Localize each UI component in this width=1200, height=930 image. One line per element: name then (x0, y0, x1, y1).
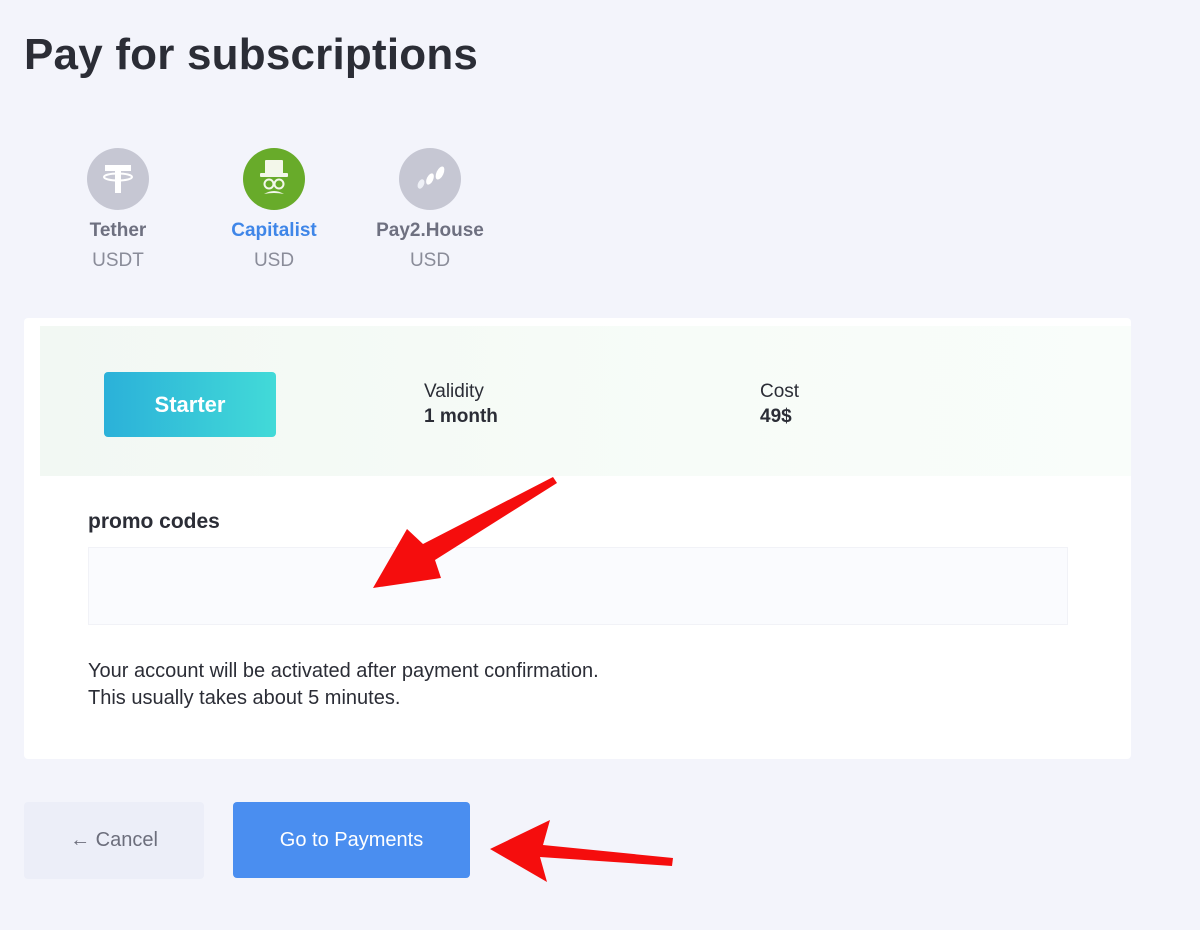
payment-method-pay2house[interactable]: Pay2.House USD (352, 148, 508, 272)
capitalist-icon (243, 148, 305, 210)
tether-icon (87, 148, 149, 210)
cancel-button[interactable]: ← Cancel (24, 802, 204, 879)
go-to-payments-button[interactable]: Go to Payments (233, 802, 470, 878)
payment-method-tether[interactable]: Tether USDT (40, 148, 196, 272)
method-currency: USD (409, 250, 451, 271)
activation-note: Your account will be activated after pay… (88, 658, 599, 712)
plan-badge: Starter (104, 372, 276, 437)
pay2house-icon (399, 148, 461, 210)
plan-summary: Starter Validity 1 month Cost 49$ (40, 326, 1131, 476)
annotation-arrow-icon (490, 820, 673, 882)
validity-value: 1 month (424, 406, 498, 427)
method-currency: USD (253, 250, 295, 271)
method-name: Tether (89, 220, 147, 241)
activation-note-line: This usually takes about 5 minutes. (88, 687, 401, 709)
promo-code-label: promo codes (88, 510, 220, 533)
promo-code-input[interactable] (88, 547, 1068, 625)
page-title: Pay for subscriptions (24, 30, 479, 79)
plan-validity: Validity 1 month (424, 381, 498, 428)
method-name: Capitalist (231, 220, 317, 241)
method-currency: USDT (92, 250, 144, 271)
validity-label: Validity (424, 381, 484, 402)
payment-method-capitalist[interactable]: Capitalist USD (196, 148, 352, 272)
plan-cost: Cost 49$ (760, 381, 799, 428)
payment-method-list: Tether USDT Capitalist USD Pay2.House US… (40, 148, 508, 272)
cost-value: 49$ (760, 406, 792, 427)
activation-note-line: Your account will be activated after pay… (88, 660, 599, 682)
cost-label: Cost (760, 381, 800, 402)
method-name: Pay2.House (376, 220, 484, 241)
subscription-card: Starter Validity 1 month Cost 49$ promo … (24, 318, 1131, 759)
